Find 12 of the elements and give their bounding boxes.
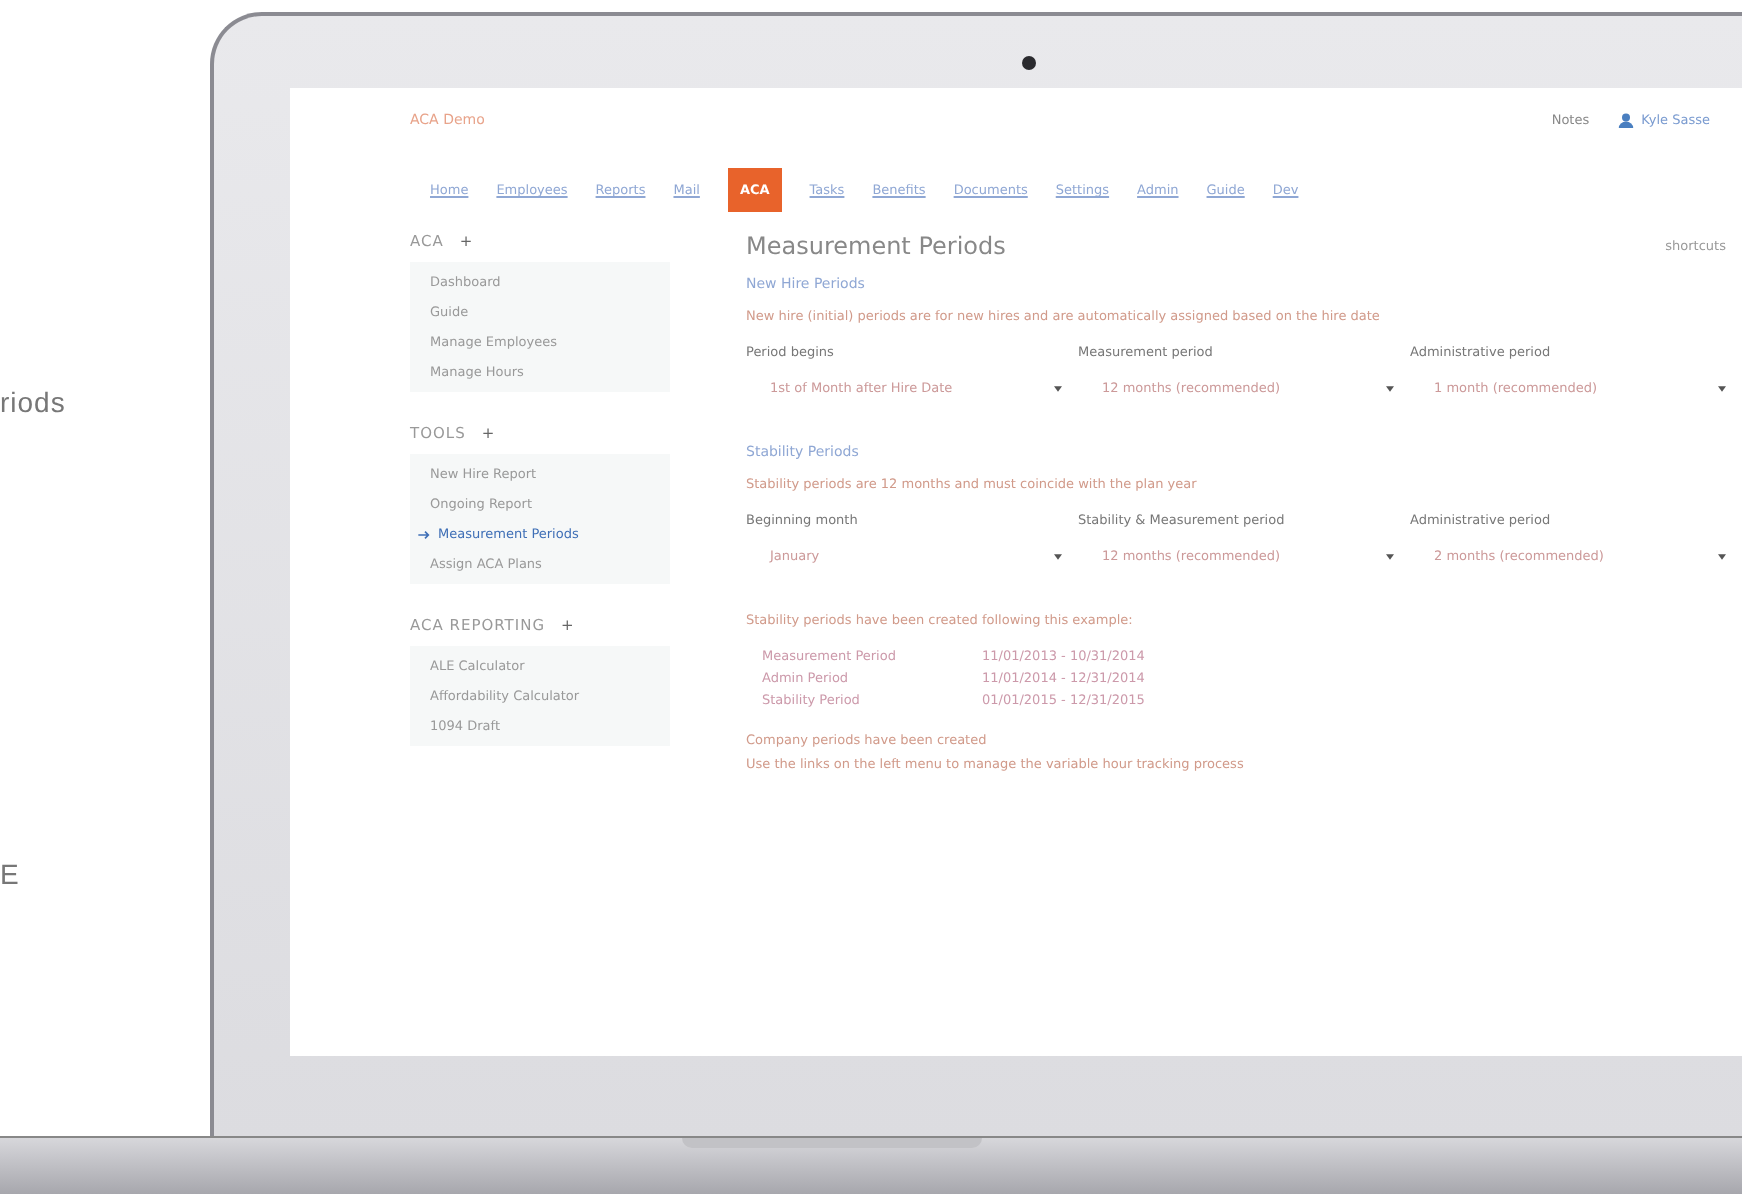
page-title: Measurement Periods <box>746 232 1006 260</box>
caret-icon <box>1054 553 1062 559</box>
camera-icon <box>1022 56 1036 70</box>
caret-icon <box>1718 385 1726 391</box>
partial-text: riods <box>0 386 66 418</box>
caret-icon <box>1054 385 1062 391</box>
partial-text: E <box>0 858 20 890</box>
arrow-icon <box>418 529 432 539</box>
caret-icon <box>1386 553 1394 559</box>
caret-icon <box>1718 553 1726 559</box>
caret-icon <box>1386 385 1394 391</box>
user-icon <box>1617 112 1634 128</box>
